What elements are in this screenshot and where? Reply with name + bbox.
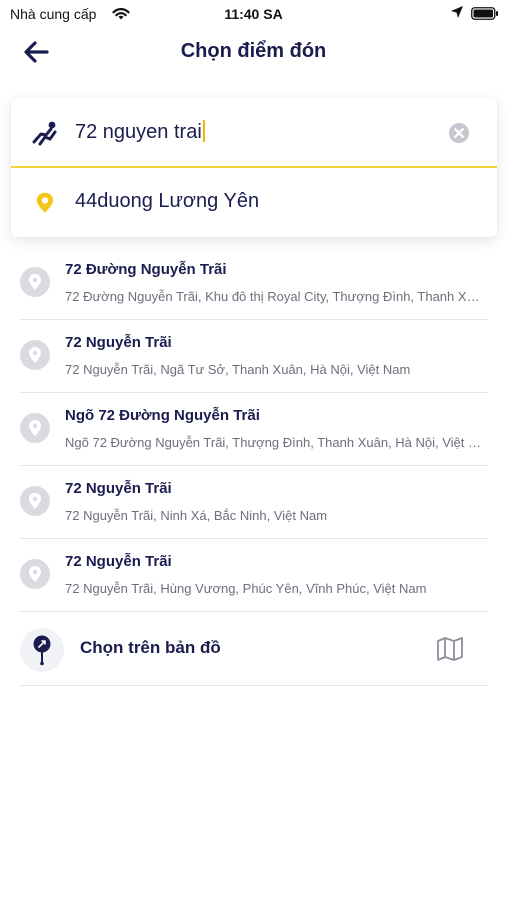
- result-address: 72 Nguyễn Trãi, Ninh Xá, Bắc Ninh, Việt …: [65, 508, 328, 523]
- result-item[interactable]: 72 Nguyễn Trãi 72 Nguyễn Trãi, Ninh Xá, …: [20, 466, 488, 539]
- result-name: Ngõ 72 Đường Nguyễn Trãi: [65, 407, 260, 424]
- result-name: 72 Nguyễn Trãi: [65, 334, 172, 351]
- route-search-card: 72 nguyen trai 44duong Lương Yên: [11, 98, 497, 237]
- folded-map-icon: [437, 637, 463, 661]
- clear-icon[interactable]: [448, 122, 470, 144]
- text-caret: [202, 120, 205, 142]
- origin-input[interactable]: 72 nguyen trai: [75, 120, 205, 144]
- result-item[interactable]: Ngõ 72 Đường Nguyễn Trãi Ngõ 72 Đường Ng…: [20, 393, 488, 466]
- choose-on-map-label: Chọn trên bản đồ: [80, 638, 221, 657]
- choose-on-map-button[interactable]: Chọn trên bản đồ: [20, 614, 488, 686]
- page-title: Chọn điểm đón: [180, 40, 327, 62]
- result-address: 72 Đường Nguyễn Trãi, Khu đô thị Royal C…: [65, 289, 485, 304]
- clock: 11:40 SA: [224, 6, 283, 22]
- map-pin-icon: [20, 413, 50, 443]
- map-pin-icon: [20, 267, 50, 297]
- app-header: Chọn điểm đón: [0, 30, 507, 74]
- result-name: 72 Đường Nguyễn Trãi: [65, 261, 227, 278]
- map-pin-icon: [20, 340, 50, 370]
- map-marker-icon: [20, 628, 64, 672]
- origin-field[interactable]: 72 nguyen trai: [11, 98, 497, 167]
- result-name: 72 Nguyễn Trãi: [65, 553, 172, 570]
- result-address: 72 Nguyễn Trãi, Ngã Tư Sở, Thanh Xuân, H…: [65, 362, 411, 377]
- passenger-icon: [32, 121, 57, 146]
- result-address: 72 Nguyễn Trãi, Hùng Vương, Phúc Yên, Vĩ…: [65, 581, 427, 596]
- result-name: 72 Nguyễn Trãi: [65, 480, 172, 497]
- map-pin-icon: [20, 559, 50, 589]
- result-address: Ngõ 72 Đường Nguyễn Trãi, Thượng Đình, T…: [65, 435, 485, 450]
- result-item[interactable]: 72 Nguyễn Trãi 72 Nguyễn Trãi, Ngã Tư Sở…: [20, 320, 488, 393]
- result-item[interactable]: 72 Nguyễn Trãi 72 Nguyễn Trãi, Hùng Vươn…: [20, 539, 488, 612]
- result-item[interactable]: 72 Đường Nguyễn Trãi 72 Đường Nguyễn Trã…: [20, 247, 488, 320]
- location-arrow-icon: [451, 6, 463, 18]
- map-pin-icon: [20, 486, 50, 516]
- location-pin-icon: [36, 192, 54, 213]
- status-bar: Nhà cung cấp 11:40 SA: [0, 0, 507, 28]
- battery-icon: [471, 7, 498, 20]
- destination-input[interactable]: 44duong Lương Yên: [75, 190, 259, 213]
- destination-field[interactable]: 44duong Lương Yên: [11, 168, 497, 237]
